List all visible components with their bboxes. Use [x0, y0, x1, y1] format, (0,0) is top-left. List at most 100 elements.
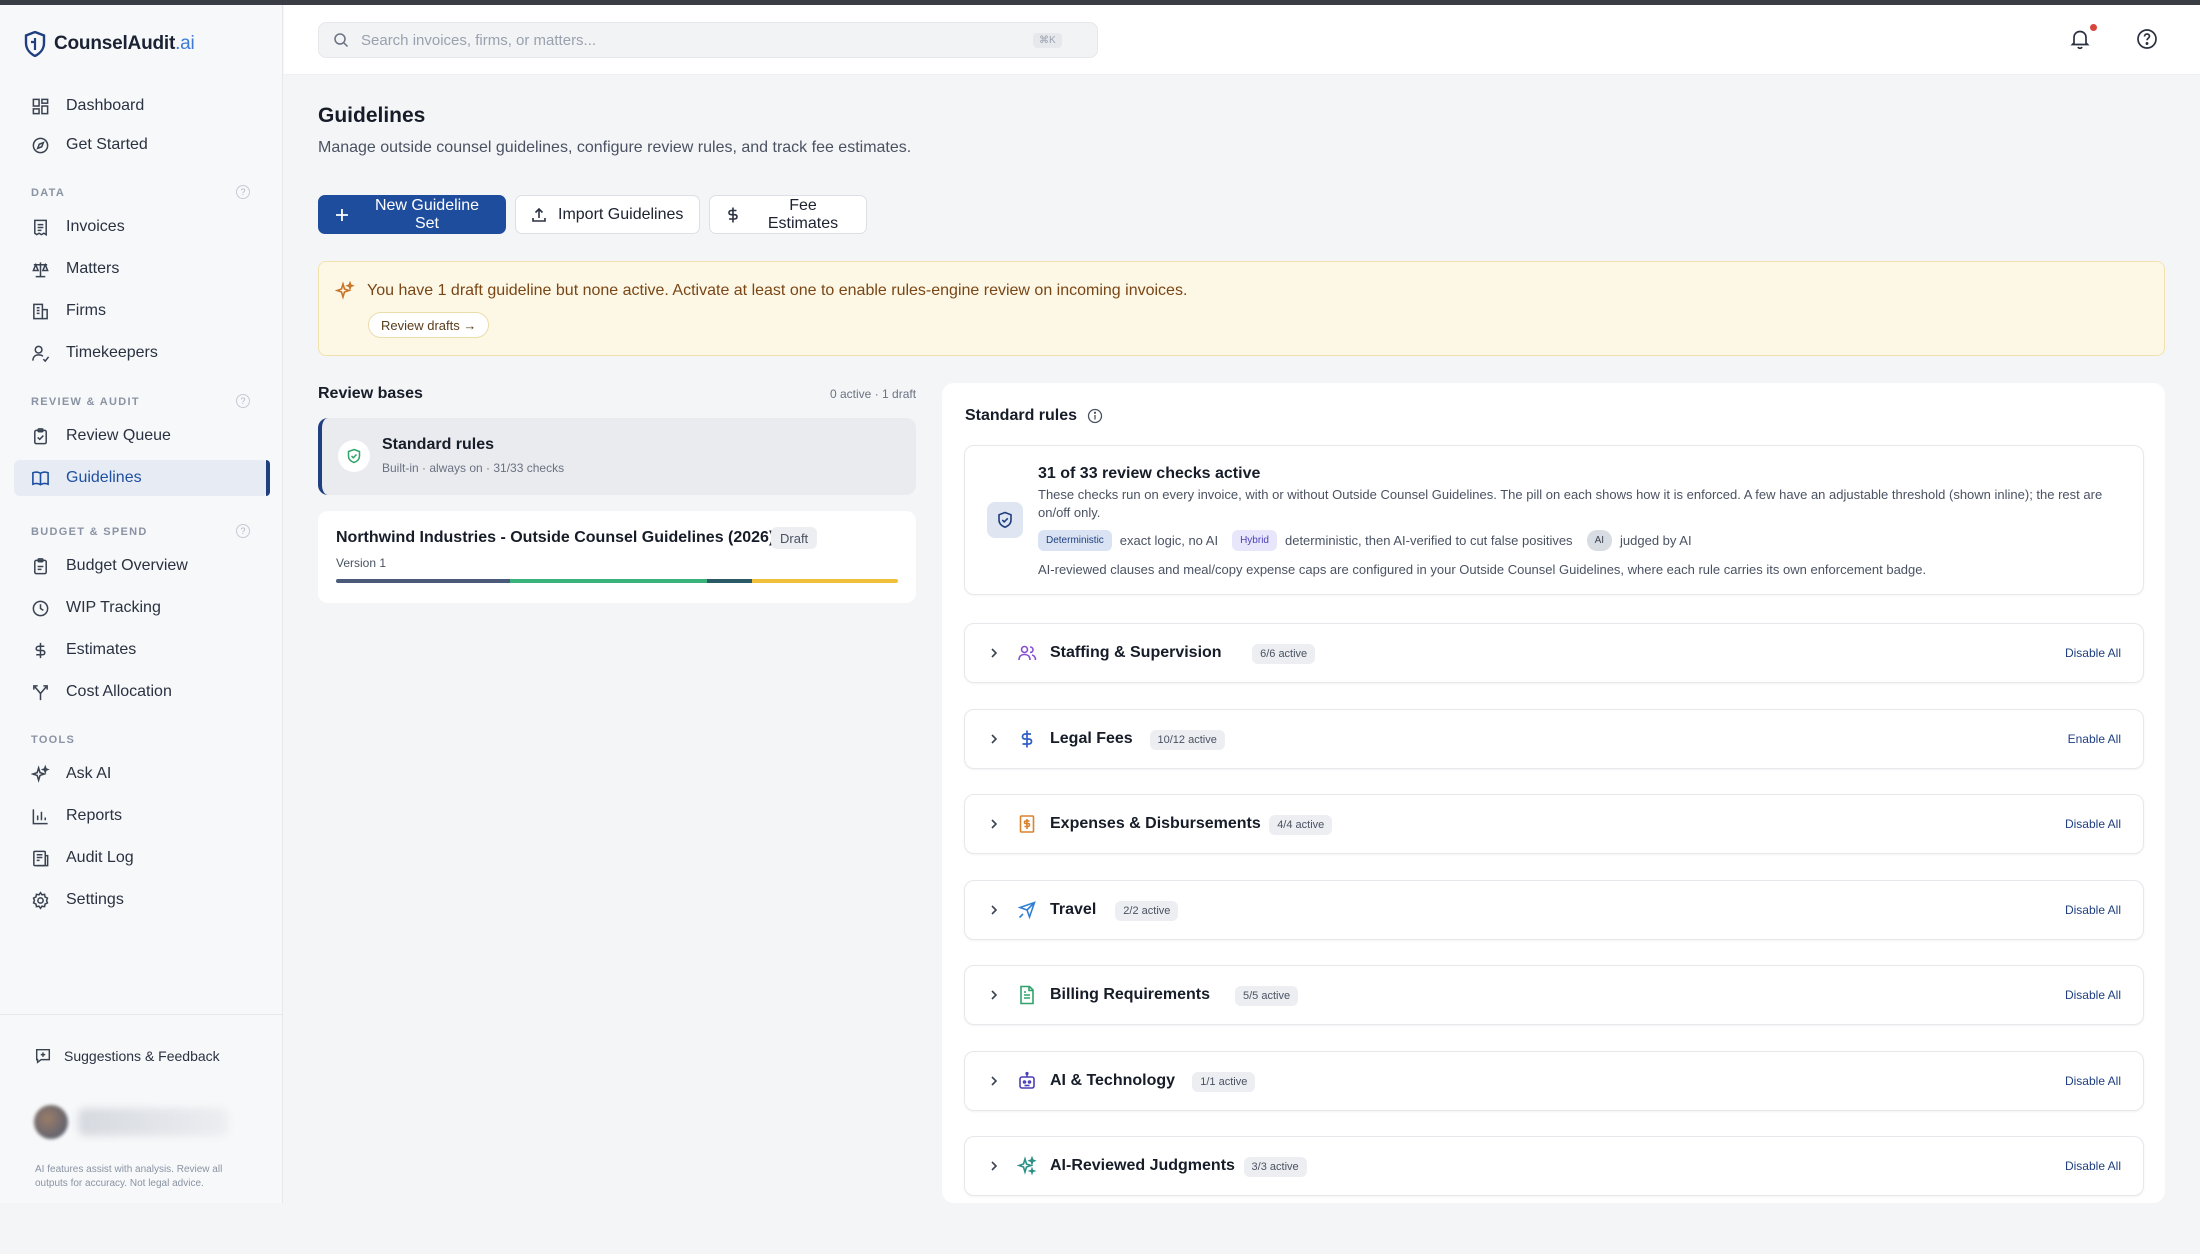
review-drafts-link[interactable]: Review drafts → [368, 312, 490, 338]
rule-category-ai-technology[interactable]: AI & Technology 1/1 active Disable All [964, 1050, 2144, 1111]
rule-category-staffing-supervision[interactable]: Staffing & Supervision 6/6 active Disabl… [964, 623, 2144, 683]
alert-text: You have 1 draft guideline but none acti… [367, 282, 1188, 299]
active-count-badge: 1/1 active [1192, 1071, 1256, 1092]
category-label: Expenses & Disbursements [1050, 815, 1261, 832]
sidebar-item-settings[interactable]: Settings [14, 882, 268, 918]
sidebar-item-label: WIP Tracking [66, 599, 161, 616]
rule-category-billing-requirements[interactable]: Billing Requirements 5/5 active Disable … [964, 965, 2144, 1025]
toggle-all-button[interactable]: Disable All [2065, 646, 2121, 660]
composition-segment [510, 579, 707, 583]
chevron-right-icon[interactable] [987, 817, 1001, 831]
clipboard-icon [34, 557, 47, 574]
toggle-all-button[interactable]: Disable All [2065, 817, 2121, 831]
shield-check-icon [987, 502, 1023, 538]
sidebar-item-wip-tracking[interactable]: WIP Tracking [14, 590, 268, 626]
sidebar-item-cost-allocation[interactable]: Cost Allocation [14, 674, 268, 710]
legend-text: judged by AI [1620, 533, 1692, 548]
composition-segment [706, 579, 752, 583]
review-base-northwind[interactable]: Northwind Industries - Outside Counsel G… [318, 511, 916, 603]
sidebar-divider [0, 1014, 283, 1015]
sidebar-item-guidelines[interactable]: Guidelines [14, 460, 270, 496]
chevron-right-icon[interactable] [987, 988, 1001, 1002]
sidebar-item-budget-overview[interactable]: Budget Overview [14, 548, 268, 584]
book-icon [32, 470, 49, 486]
rule-category-travel[interactable]: Travel 2/2 active Disable All [964, 879, 2144, 940]
section-label-budget-spend: BUDGET & SPEND [31, 526, 148, 538]
search-input[interactable] [361, 31, 1021, 49]
clipboard-check-icon [34, 427, 47, 444]
toggle-all-button[interactable]: Enable All [2068, 732, 2121, 746]
rule-category-legal-fees[interactable]: Legal Fees 10/12 active Enable All [964, 708, 2144, 769]
summary-description: These checks run on every invoice, with … [1038, 487, 2103, 520]
help-icon[interactable]: ? [236, 185, 250, 199]
gear-icon [32, 890, 49, 910]
help-circle-icon[interactable] [2135, 27, 2159, 51]
composition-segment [751, 579, 898, 583]
rule-category-ai-reviewed-judgments[interactable]: AI-Reviewed Judgments 3/3 active Disable… [964, 1136, 2144, 1196]
upload-icon [532, 207, 546, 222]
plus-icon [335, 208, 348, 221]
sidebar-item-get-started[interactable]: Get Started [14, 127, 268, 163]
bell-icon[interactable] [2068, 27, 2092, 51]
fee-estimates-button[interactable]: Fee Estimates [709, 195, 867, 234]
help-icon[interactable]: ? [236, 394, 250, 408]
app-name: CounselAudit.ai [54, 33, 195, 54]
sidebar-item-dashboard[interactable]: Dashboard [14, 88, 268, 124]
sidebar-item-invoices[interactable]: Invoices [14, 209, 268, 245]
sidebar-item-reports[interactable]: Reports [14, 798, 268, 834]
toggle-all-button[interactable]: Disable All [2065, 1159, 2121, 1173]
enforcement-legend: Deterministic exact logic, no AI Hybrid … [1038, 530, 1706, 551]
chevron-right-icon[interactable] [987, 732, 1001, 746]
shield-logo-icon [24, 31, 46, 57]
review-base-name: Northwind Industries - Outside Counsel G… [336, 529, 775, 546]
dollar-icon [728, 207, 738, 222]
sidebar-item-timekeepers[interactable]: Timekeepers [14, 335, 268, 371]
sidebar-item-audit-log[interactable]: Audit Log [14, 840, 268, 876]
review-bases-count: 0 active · 1 draft [830, 387, 917, 401]
toggle-all-button[interactable]: Disable All [2065, 1074, 2121, 1088]
info-icon[interactable] [1087, 408, 1103, 424]
sidebar-item-label: Reports [66, 807, 123, 824]
active-count-badge: 5/5 active [1235, 986, 1299, 1006]
new-guideline-set-button[interactable]: New Guideline Set [318, 195, 506, 234]
search-icon [334, 33, 349, 48]
rule-composition-bar [336, 579, 898, 583]
category-label: Staffing & Supervision [1050, 644, 1222, 661]
composition-segment [336, 579, 511, 583]
sidebar-item-estimates[interactable]: Estimates [14, 632, 268, 668]
chevron-right-icon[interactable] [987, 903, 1001, 917]
review-base-standard-rules[interactable]: Standard rules Built-in · always on · 31… [318, 418, 916, 495]
toggle-all-button[interactable]: Disable All [2065, 903, 2121, 917]
legend-text: exact logic, no AI [1119, 533, 1219, 548]
rule-category-expenses-disbursements[interactable]: Expenses & Disbursements 4/4 active Disa… [964, 794, 2144, 854]
user-profile[interactable] [34, 1105, 228, 1139]
user-clock-icon [32, 345, 50, 362]
sidebar-item-review-queue[interactable]: Review Queue [14, 418, 268, 454]
toggle-all-button[interactable]: Disable All [2065, 988, 2121, 1002]
chevron-right-icon[interactable] [987, 1074, 1001, 1088]
chevron-right-icon[interactable] [987, 1159, 1001, 1173]
sidebar-item-matters[interactable]: Matters [14, 251, 268, 287]
panel-title: Standard rules [965, 407, 1103, 425]
sidebar-item-firms[interactable]: Firms [14, 293, 268, 329]
search-bar[interactable]: ⌘K [318, 22, 1098, 58]
sidebar: CounselAudit.ai Dashboard Get Started DA… [0, 5, 283, 1203]
feedback-button[interactable]: Suggestions & Feedback [34, 1047, 220, 1065]
button-label: Fee Estimates [767, 196, 839, 232]
button-label: Import Guidelines [558, 205, 684, 223]
summary-note: AI-reviewed clauses and meal/copy expens… [1038, 562, 1927, 577]
shield-check-icon [338, 440, 370, 472]
sidebar-item-label: Guidelines [66, 469, 142, 486]
summary-title: 31 of 33 review checks active [1038, 465, 1261, 482]
help-icon[interactable]: ? [236, 524, 250, 538]
review-base-name: Standard rules [382, 436, 495, 453]
app-logo[interactable]: CounselAudit.ai [24, 31, 195, 57]
chevron-right-icon[interactable] [987, 646, 1001, 660]
category-label: AI-Reviewed Judgments [1050, 1157, 1235, 1174]
sidebar-item-ask-ai[interactable]: Ask AI [14, 756, 268, 792]
import-guidelines-button[interactable]: Import Guidelines [515, 195, 700, 234]
page-subtitle: Manage outside counsel guidelines, confi… [318, 139, 912, 156]
feedback-label: Suggestions & Feedback [64, 1048, 220, 1064]
panel-title-text: Standard rules [965, 407, 1078, 424]
ai-disclaimer: AI features assist with analysis. Review… [35, 1164, 223, 1189]
